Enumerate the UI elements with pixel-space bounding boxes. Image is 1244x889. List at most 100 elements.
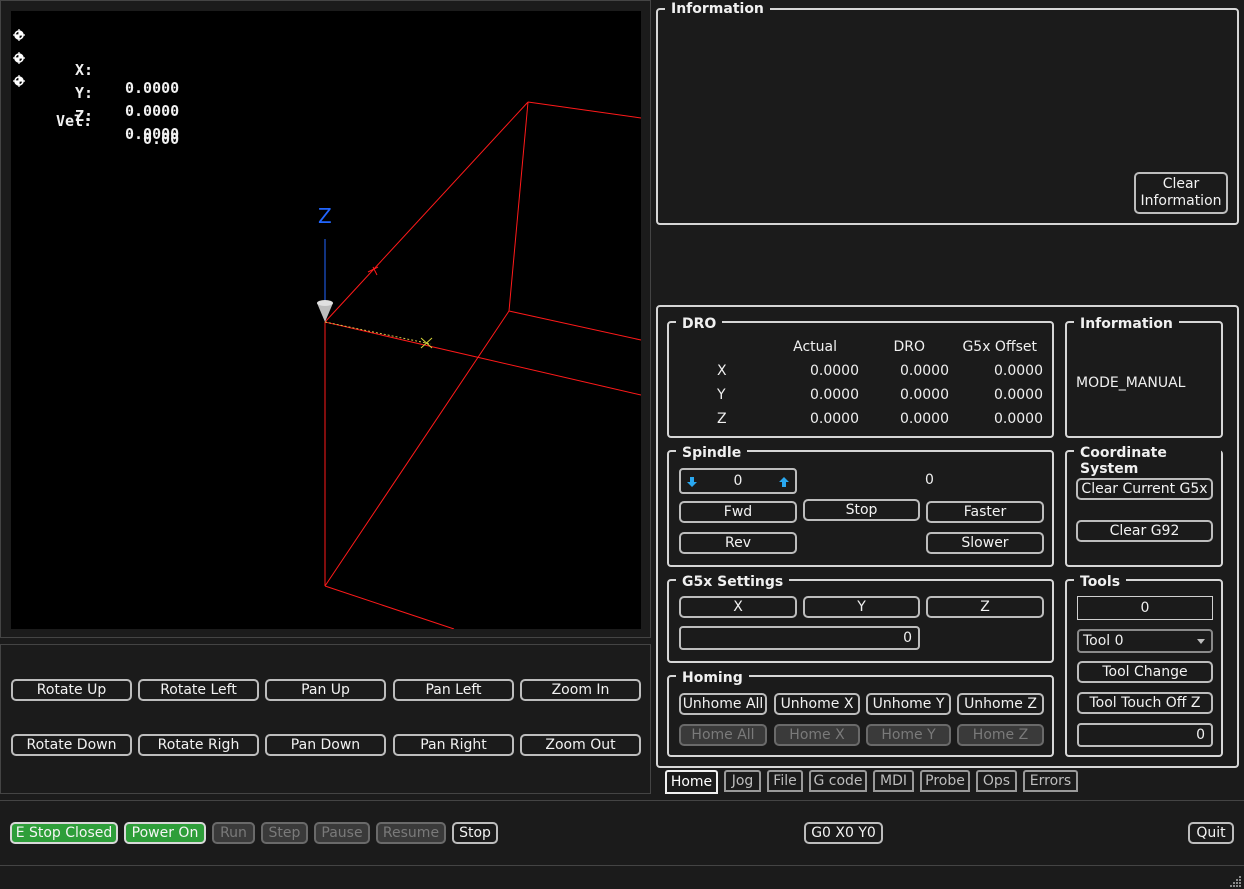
dro-header-dro: DRO xyxy=(893,339,925,355)
unhome-z-button[interactable]: Unhome Z xyxy=(957,693,1044,715)
rotate-left-button[interactable]: Rotate Left xyxy=(138,679,259,701)
zoom-in-button[interactable]: Zoom In xyxy=(520,679,641,701)
spindle-rev-button[interactable]: Rev xyxy=(679,532,797,554)
g5x-offset-input[interactable]: 0 xyxy=(679,626,920,650)
unhome-y-button[interactable]: Unhome Y xyxy=(866,693,951,715)
spindle-fwd-button[interactable]: Fwd xyxy=(679,501,797,523)
quit-button[interactable]: Quit xyxy=(1188,822,1234,844)
tab-mdi[interactable]: MDI xyxy=(873,770,914,792)
mode-label: MODE_MANUAL xyxy=(1076,375,1186,391)
dro-overlay-vel-value: 0.00 xyxy=(143,130,180,148)
pan-right-button[interactable]: Pan Right xyxy=(393,734,514,756)
spindle-faster-button[interactable]: Faster xyxy=(926,501,1044,523)
tab-jog[interactable]: Jog xyxy=(724,770,761,792)
tab-gcode[interactable]: G code xyxy=(809,770,867,792)
resume-button[interactable]: Resume xyxy=(376,822,446,844)
g5x-settings-group: G5x Settings X Y Z 0 xyxy=(667,574,1054,663)
clear-information-label-2: Information xyxy=(1140,193,1222,209)
spindle-speed-display: 0 xyxy=(925,472,934,488)
dro-overlay-y: Y: 0.0000 xyxy=(11,48,211,120)
clear-current-g5x-button[interactable]: Clear Current G5x xyxy=(1076,478,1213,500)
resize-grip-icon[interactable] xyxy=(1230,875,1242,887)
pan-left-button[interactable]: Pan Left xyxy=(393,679,514,701)
clear-information-label-1: Clear xyxy=(1162,176,1200,192)
tool-change-button[interactable]: Tool Change xyxy=(1077,661,1213,683)
tool-select-dropdown[interactable]: Tool 0 xyxy=(1077,629,1213,653)
spindle-speed-spinbox[interactable]: 0 xyxy=(679,468,797,494)
clear-g92-button[interactable]: Clear G92 xyxy=(1076,520,1213,542)
information-panel: Information Clear Information xyxy=(656,1,1239,225)
control-bar: E Stop Closed Power On Run Step Pause Re… xyxy=(0,800,1244,866)
dro-axis-y: Y xyxy=(717,387,726,403)
chevron-down-icon xyxy=(1197,639,1205,644)
dro-header-actual: Actual xyxy=(793,339,837,355)
dro-actual-y: 0.0000 xyxy=(810,387,859,403)
dro-overlay-vel: Vel: 0.00 xyxy=(11,94,211,148)
tab-probe[interactable]: Probe xyxy=(920,770,970,792)
dro-axis-x: X xyxy=(717,363,727,379)
rotate-right-button[interactable]: Rotate Righ xyxy=(138,734,259,756)
estop-button[interactable]: E Stop Closed xyxy=(10,822,118,844)
information-title: Information xyxy=(665,1,770,17)
spindle-slower-button[interactable]: Slower xyxy=(926,532,1044,554)
home-x-button[interactable]: Home X xyxy=(774,724,860,746)
dro-offset-z: 0.0000 xyxy=(994,411,1043,427)
dro-dro-z: 0.0000 xyxy=(900,411,949,427)
step-button[interactable]: Step xyxy=(261,822,308,844)
spindle-stop-button[interactable]: Stop xyxy=(803,499,920,521)
gcode-preview-3d[interactable]: Z X: 0.0000 Y: 0.0000 Z: 0.0000 Vel: 0.0… xyxy=(11,11,641,629)
rotate-down-button[interactable]: Rotate Down xyxy=(11,734,132,756)
power-button[interactable]: Power On xyxy=(124,822,206,844)
viewport-frame: Z X: 0.0000 Y: 0.0000 Z: 0.0000 Vel: 0.0… xyxy=(0,0,651,638)
tab-errors[interactable]: Errors xyxy=(1023,770,1078,792)
tool-number-display: 0 xyxy=(1077,596,1213,620)
g5x-y-button[interactable]: Y xyxy=(803,596,920,618)
tool-touch-off-input[interactable]: 0 xyxy=(1077,723,1213,747)
g5x-z-button[interactable]: Z xyxy=(926,596,1044,618)
dro-actual-x: 0.0000 xyxy=(810,363,859,379)
unhome-all-button[interactable]: Unhome All xyxy=(679,693,767,715)
arrow-up-icon[interactable] xyxy=(778,476,790,488)
coordinate-system-title: Coordinate System xyxy=(1074,445,1221,477)
home-indicator-icon xyxy=(13,75,25,87)
pan-up-button[interactable]: Pan Up xyxy=(265,679,386,701)
dro-axis-z: Z xyxy=(717,411,727,427)
dro-title: DRO xyxy=(676,316,723,332)
tool-touch-off-z-button[interactable]: Tool Touch Off Z xyxy=(1077,692,1213,714)
dro-dro-y: 0.0000 xyxy=(900,387,949,403)
clear-information-button[interactable]: Clear Information xyxy=(1134,172,1228,214)
arrow-down-icon[interactable] xyxy=(686,476,698,488)
run-button[interactable]: Run xyxy=(212,822,255,844)
tab-file[interactable]: File xyxy=(767,770,803,792)
tab-home[interactable]: Home xyxy=(665,770,718,794)
dro-overlay-z: Z: 0.0000 xyxy=(11,71,211,143)
dro-overlay-vel-label: Vel: xyxy=(56,112,93,130)
home-z-button[interactable]: Home Z xyxy=(957,724,1044,746)
tools-title: Tools xyxy=(1074,574,1127,590)
dro-group: DRO Actual DRO G5x Offset X 0.0000 0.000… xyxy=(667,316,1054,438)
dro-dro-x: 0.0000 xyxy=(900,363,949,379)
dro-actual-z: 0.0000 xyxy=(810,411,859,427)
tab-ops[interactable]: Ops xyxy=(976,770,1017,792)
mdi-command-button[interactable]: G0 X0 Y0 xyxy=(804,822,883,844)
zoom-out-button[interactable]: Zoom Out xyxy=(520,734,641,756)
dro-offset-x: 0.0000 xyxy=(994,363,1043,379)
home-all-button[interactable]: Home All xyxy=(679,724,767,746)
homing-group: Homing Unhome All Unhome X Unhome Y Unho… xyxy=(667,670,1054,757)
tool-select-value: Tool 0 xyxy=(1083,633,1124,649)
stop-button[interactable]: Stop xyxy=(452,822,498,844)
coordinate-system-group: Coordinate System Clear Current G5x Clea… xyxy=(1065,445,1223,567)
g5x-x-button[interactable]: X xyxy=(679,596,797,618)
rotate-up-button[interactable]: Rotate Up xyxy=(11,679,132,701)
home-y-button[interactable]: Home Y xyxy=(866,724,951,746)
spindle-speed-value: 0 xyxy=(733,473,743,489)
dro-overlay-x: X: 0.0000 xyxy=(11,25,211,97)
home-indicator-icon xyxy=(13,52,25,64)
view-controls-panel: Rotate Up Rotate Left Pan Up Pan Left Zo… xyxy=(0,644,651,794)
pan-down-button[interactable]: Pan Down xyxy=(265,734,386,756)
dro-header-offset: G5x Offset xyxy=(962,339,1037,355)
tools-group: Tools 0 Tool 0 Tool Change Tool Touch Of… xyxy=(1065,574,1223,757)
unhome-x-button[interactable]: Unhome X xyxy=(774,693,860,715)
spindle-title: Spindle xyxy=(676,445,748,461)
pause-button[interactable]: Pause xyxy=(314,822,370,844)
